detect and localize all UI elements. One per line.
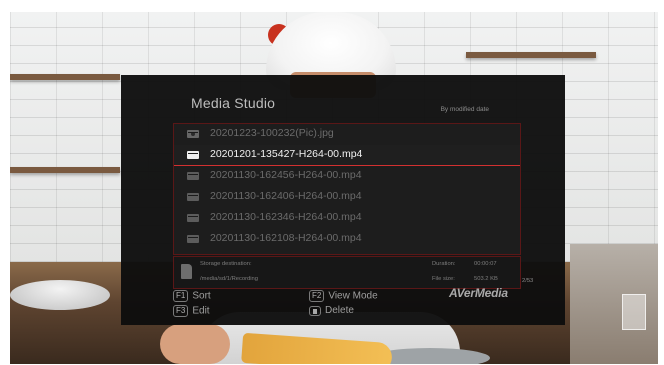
- glass: [622, 294, 646, 330]
- sd-card-icon: [181, 264, 192, 279]
- duration-label: Duration:: [432, 261, 456, 267]
- storage-label: Storage destination:: [200, 261, 252, 267]
- file-row[interactable]: 20201130-162346-H264-00.mp4: [174, 208, 520, 229]
- duration-value: 00:00:07: [474, 261, 497, 267]
- sort-mode-label[interactable]: By modified date: [441, 106, 489, 113]
- video-icon: [187, 193, 199, 201]
- media-studio-panel: Media Studio By modified date 20201223-1…: [121, 75, 565, 325]
- video-icon: [187, 235, 199, 243]
- file-name: 20201130-162406-H264-00.mp4: [210, 190, 362, 202]
- file-list: 20201223-100232(Pic).jpg 20201201-135427…: [173, 123, 521, 255]
- f2-key-badge: F2: [309, 290, 325, 302]
- file-info-box: Storage destination: /media/sd/1/Recordi…: [173, 256, 521, 289]
- view-mode-label: View Mode: [328, 290, 378, 302]
- view-mode-hint[interactable]: F2 View Mode: [309, 290, 378, 302]
- page-title: Media Studio: [191, 95, 276, 111]
- shelf-left-lower: [10, 167, 120, 173]
- bowl: [10, 280, 110, 310]
- file-row[interactable]: 20201130-162108-H264-00.mp4: [174, 229, 520, 250]
- sort-label: Sort: [192, 290, 211, 302]
- chef-arm: [160, 324, 230, 364]
- shelf-left: [10, 74, 120, 80]
- avermedia-logo: AVerMedia: [449, 286, 508, 300]
- file-name: 20201130-162456-H264-00.mp4: [210, 169, 362, 181]
- file-row[interactable]: 20201223-100232(Pic).jpg: [174, 124, 520, 145]
- edit-hint[interactable]: F3 Edit: [173, 305, 210, 317]
- edit-label: Edit: [192, 305, 210, 317]
- filesize-label: File size:: [432, 276, 455, 282]
- photo-icon: [187, 130, 199, 138]
- storage-path: /media/sd/1/Recording: [200, 276, 259, 282]
- page-count: 2/53: [522, 278, 534, 284]
- file-name: 20201223-100232(Pic).jpg: [210, 127, 334, 139]
- delete-hint[interactable]: Delete: [309, 305, 354, 316]
- trash-icon: [309, 305, 321, 316]
- file-name: 20201201-135427-H264-00.mp4: [210, 148, 363, 160]
- shelf-right: [466, 52, 596, 58]
- file-row[interactable]: 20201130-162456-H264-00.mp4: [174, 166, 520, 187]
- file-name: 20201130-162346-H264-00.mp4: [210, 211, 362, 223]
- filesize-value: 503.2 KB: [474, 276, 498, 282]
- video-icon: [187, 151, 199, 159]
- f3-key-badge: F3: [173, 305, 189, 317]
- file-row-selected[interactable]: 20201201-135427-H264-00.mp4: [174, 145, 520, 166]
- delete-label: Delete: [325, 305, 354, 316]
- video-icon: [187, 172, 199, 180]
- sort-hint[interactable]: F1 Sort: [173, 290, 211, 302]
- file-name: 20201130-162108-H264-00.mp4: [210, 232, 362, 244]
- video-icon: [187, 214, 199, 222]
- file-row[interactable]: 20201130-162406-H264-00.mp4: [174, 187, 520, 208]
- f1-key-badge: F1: [173, 290, 189, 302]
